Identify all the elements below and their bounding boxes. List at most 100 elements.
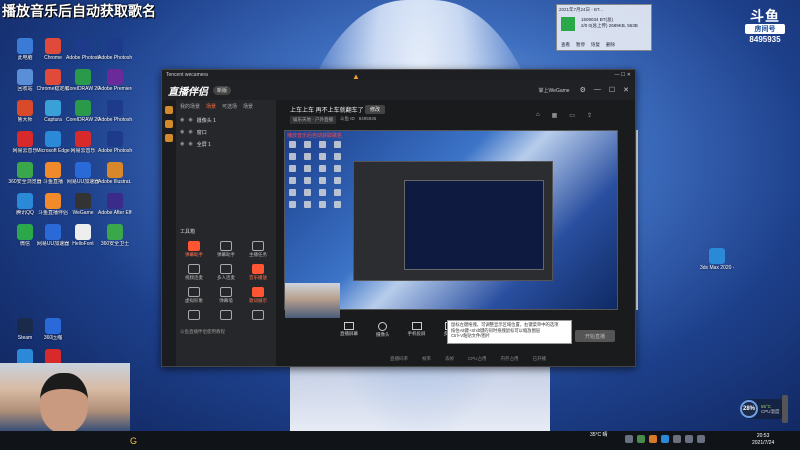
app-icon bbox=[75, 100, 91, 116]
scene-tabs: 我的场景 场景 可选场 场景 bbox=[180, 103, 272, 110]
desktop-icon[interactable]: WeGame bbox=[66, 193, 100, 216]
app-icon bbox=[45, 131, 61, 147]
desktop-icon[interactable]: Adobe Illustrat... bbox=[98, 162, 132, 185]
app-icon bbox=[17, 193, 33, 209]
network-icon[interactable] bbox=[697, 435, 705, 443]
tool-button[interactable] bbox=[180, 310, 208, 321]
maximize-icon[interactable]: ☐ bbox=[609, 86, 615, 94]
tray-icon[interactable] bbox=[649, 435, 657, 443]
view-button[interactable]: 查看 bbox=[561, 42, 570, 48]
tool-button[interactable]: 弹幕助手 bbox=[180, 241, 208, 258]
delete-button[interactable]: 删除 bbox=[606, 42, 615, 48]
desktop-icon[interactable]: Adobe Photosho... bbox=[98, 100, 132, 123]
clock[interactable]: 20:53 2021/7/24 bbox=[752, 433, 774, 447]
gear-icon[interactable]: ⚙ bbox=[580, 86, 586, 94]
tool-button[interactable] bbox=[212, 310, 240, 321]
tool-button[interactable]: 弹幕墙 bbox=[212, 287, 240, 304]
tool-button[interactable]: 弹幕助手 bbox=[212, 241, 240, 258]
tool-button[interactable] bbox=[244, 310, 272, 321]
desktop-icon[interactable]: Adobe Photosho... bbox=[66, 38, 100, 61]
screen-icon[interactable]: ▭ bbox=[569, 112, 575, 119]
category-tag[interactable]: 娱乐天地 · 户外直播 bbox=[290, 116, 336, 124]
desktop-icon[interactable]: Adobe Photosho... bbox=[98, 38, 132, 61]
preview-text-overlay: 播放音乐后自动获取歌名 bbox=[287, 133, 343, 139]
eye-icon[interactable]: ◉ bbox=[180, 129, 184, 135]
weather[interactable]: 35°C 晴 bbox=[590, 431, 608, 440]
preview-tooltip: 鼠标左键拖拽，可调整显示区域位置，右键菜单中的选项 按住Alt键+Shift键的… bbox=[447, 320, 572, 344]
source-item[interactable]: ◉ ◉ 全屏 1 bbox=[180, 138, 272, 150]
tray-icon[interactable] bbox=[637, 435, 645, 443]
desktop-icon[interactable]: Adobe Photosh... bbox=[98, 131, 132, 154]
desktop-icon[interactable]: Chrome稳定版 bbox=[36, 69, 70, 92]
desktop-icon-label: Adobe Illustrat... bbox=[98, 179, 132, 185]
desktop-icon[interactable]: Chrome bbox=[36, 38, 70, 61]
lock-icon[interactable]: ◉ bbox=[188, 129, 192, 135]
start-live-button[interactable]: 开始直播 bbox=[575, 330, 615, 342]
app-icon bbox=[17, 318, 33, 334]
tab-my-scenes[interactable]: 我的场景 bbox=[180, 103, 200, 110]
status-item: 内存占用 bbox=[500, 356, 519, 361]
app-icon bbox=[45, 193, 61, 209]
share-icon[interactable]: ⇪ bbox=[587, 112, 592, 119]
eye-icon[interactable]: ◉ bbox=[180, 117, 184, 123]
desktop-icon[interactable]: Adobe After Effects 2020 bbox=[98, 193, 132, 216]
source-item[interactable]: ◉ ◉ 窗口 bbox=[180, 126, 272, 138]
rail-item-icon[interactable] bbox=[165, 120, 173, 128]
tool-button[interactable]: 多人连麦 bbox=[212, 264, 240, 281]
close-icon[interactable]: ✕ bbox=[623, 86, 629, 94]
pause-button[interactable]: 暂停 bbox=[576, 42, 585, 48]
eye-icon[interactable]: ◉ bbox=[180, 141, 184, 147]
desktop-icon[interactable]: 斗鱼直播 bbox=[36, 162, 70, 185]
desktop-icon[interactable]: 斗鱼直播伴侣 bbox=[36, 193, 70, 216]
tool-button[interactable]: 虚拟形象 bbox=[180, 287, 208, 304]
tool-label: 弹幕助手 bbox=[185, 252, 203, 257]
tool-button[interactable]: 歌词展示 bbox=[244, 287, 272, 304]
side-tray-handle[interactable] bbox=[782, 395, 788, 423]
tool-icon bbox=[252, 287, 264, 297]
desktop-icon[interactable]: Adobe Premiere... bbox=[98, 69, 132, 92]
rail-item-icon[interactable] bbox=[165, 106, 173, 114]
resume-button[interactable]: 恢复 bbox=[591, 42, 600, 48]
desktop-icon[interactable]: Captura bbox=[36, 100, 70, 123]
rail-item-icon[interactable] bbox=[165, 134, 173, 142]
tab-scene[interactable]: 场景 bbox=[206, 103, 216, 110]
source-label: 摄像头 1 bbox=[196, 117, 216, 124]
tutorial-link[interactable]: 斗鱼直播伴侣使用教程 bbox=[180, 329, 272, 335]
action-camera[interactable]: 摄像头 bbox=[376, 322, 390, 338]
desktop-icon[interactable]: CorelDRAW 2020 bbox=[66, 100, 100, 123]
grid-icon[interactable]: ▦ bbox=[552, 112, 558, 119]
tool-button[interactable]: 视频连麦 bbox=[180, 264, 208, 281]
start-icon[interactable]: G bbox=[130, 436, 137, 446]
tray-icon[interactable] bbox=[625, 435, 633, 443]
desktop-icon[interactable]: 网易UU加速器 bbox=[36, 224, 70, 247]
desktop-icon[interactable]: Microsoft Edge bbox=[36, 131, 70, 154]
desktop-icon-label: Adobe After Effects 2020 bbox=[98, 210, 132, 216]
collapse-arrow-icon[interactable]: ▲ bbox=[352, 72, 360, 81]
tool-button[interactable]: 主播任务 bbox=[244, 241, 272, 258]
desktop-icon[interactable]: HelloFont bbox=[66, 224, 100, 247]
tab-optional[interactable]: 可选场 bbox=[222, 103, 237, 110]
tab-scene-2[interactable]: 场景 bbox=[243, 103, 253, 110]
desktop-icon[interactable]: 网易UU加速器 bbox=[66, 162, 100, 185]
desktop-icon[interactable]: 360压缩 bbox=[36, 318, 70, 341]
version-badge[interactable]: 新版 bbox=[213, 85, 232, 95]
user-label[interactable]: 掌上WeGame bbox=[539, 87, 570, 94]
window-controls[interactable]: — ☐ ✕ bbox=[615, 72, 631, 78]
tool-button[interactable]: 音乐播放 bbox=[244, 264, 272, 281]
lock-icon[interactable]: ⌂ bbox=[536, 112, 540, 119]
lock-icon[interactable]: ◉ bbox=[188, 117, 192, 123]
desktop-icon-label: 3ds Max 2020 - S... bbox=[700, 265, 734, 271]
action-phone-cast[interactable]: 手机投屏 bbox=[408, 322, 426, 338]
desktop-icon[interactable]: 3ds Max 2020 - S... bbox=[700, 248, 734, 271]
tray-icon[interactable] bbox=[661, 435, 669, 443]
action-screen[interactable]: 直播屏幕 bbox=[340, 322, 358, 338]
desktop-icon[interactable]: CorelDRAW 2020 bbox=[66, 69, 100, 92]
minimize-icon[interactable]: — bbox=[594, 86, 601, 94]
edit-title-button[interactable]: 修改 bbox=[365, 105, 386, 114]
source-item[interactable]: ◉ ◉ 摄像头 1 bbox=[180, 114, 272, 126]
desktop-icon[interactable]: 网易云音乐 bbox=[66, 131, 100, 154]
desktop-icon[interactable]: 360安全卫士 bbox=[98, 224, 132, 247]
volume-icon[interactable] bbox=[685, 435, 693, 443]
tray-icon[interactable] bbox=[673, 435, 681, 443]
lock-icon[interactable]: ◉ bbox=[188, 141, 192, 147]
